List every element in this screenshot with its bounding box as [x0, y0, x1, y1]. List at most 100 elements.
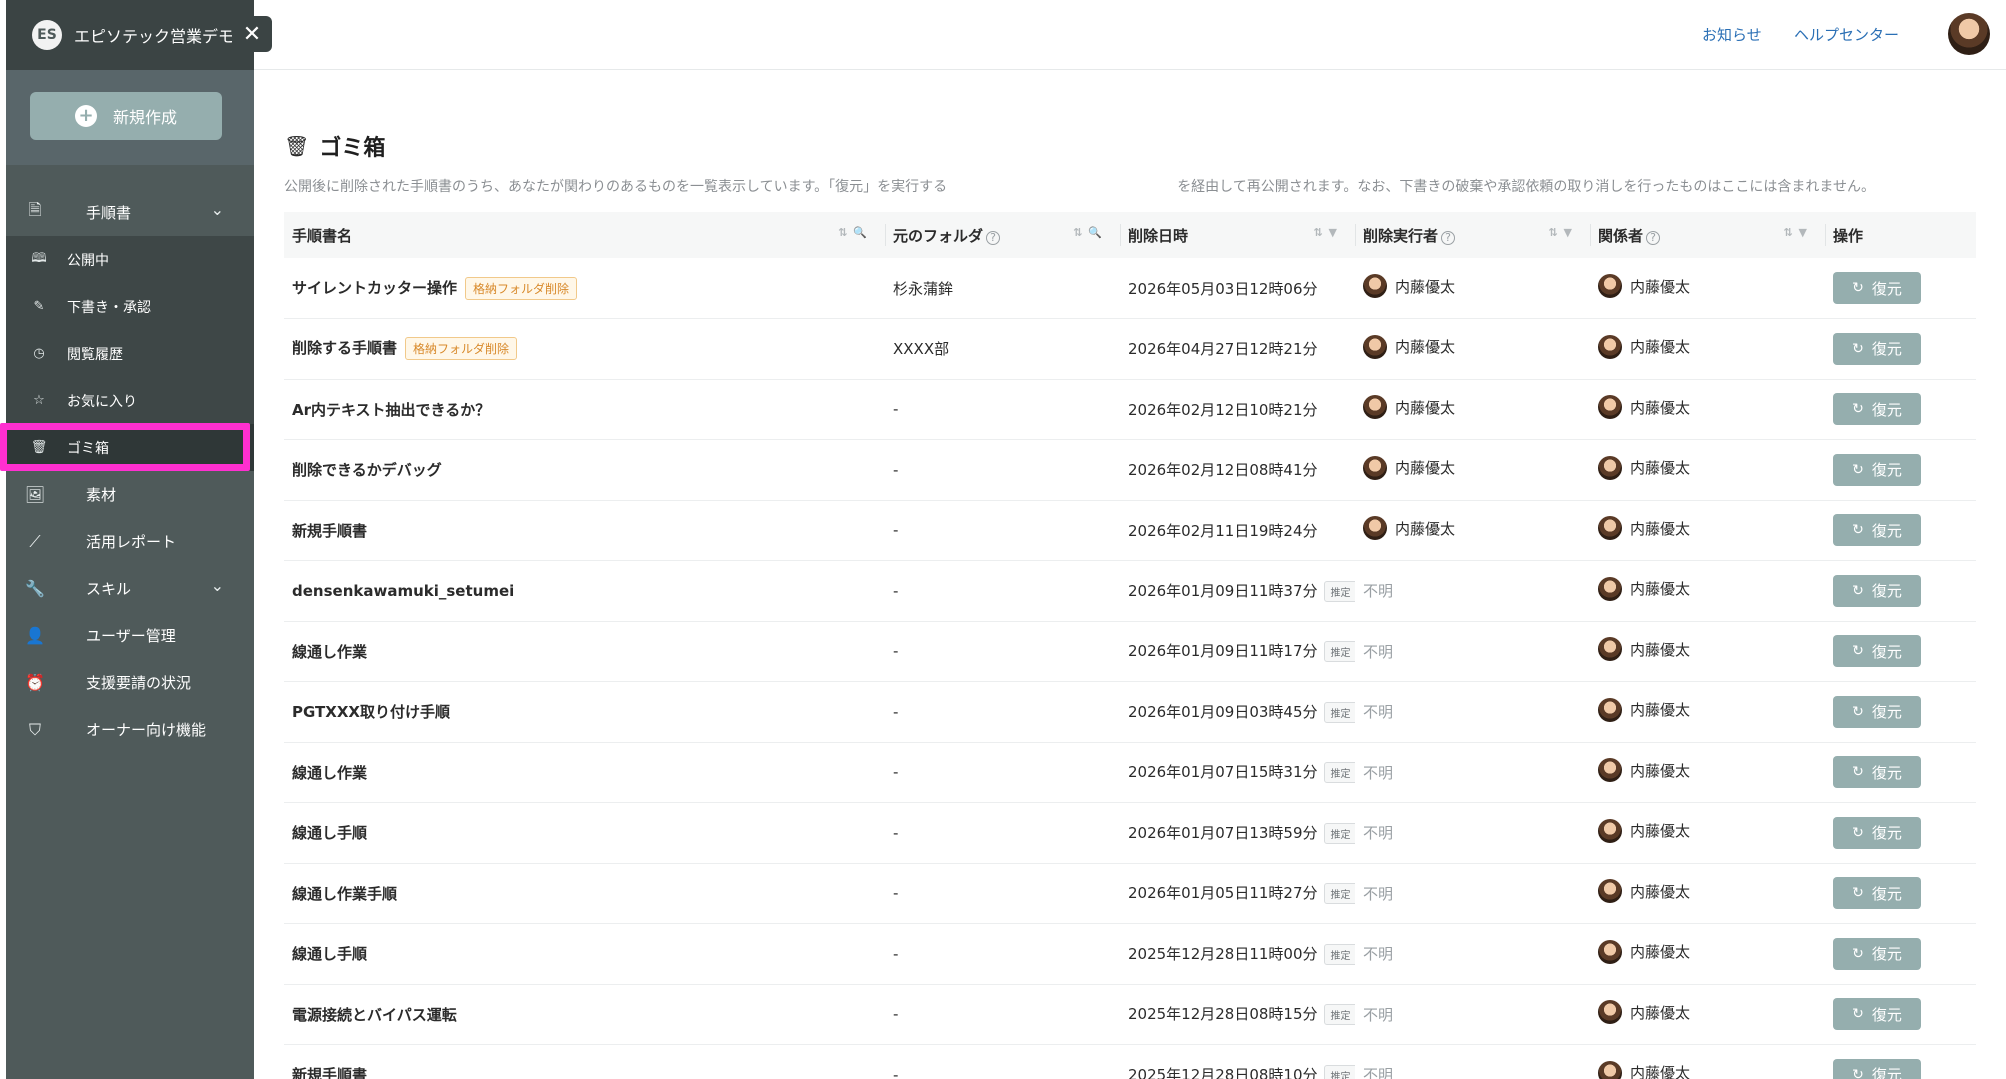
restore-button[interactable]: ↻ 復元 [1833, 453, 1921, 486]
restore-button[interactable]: ↻ 復元 [1833, 695, 1921, 728]
restore-button[interactable]: ↻ 復元 [1833, 393, 1921, 426]
procedure-name[interactable]: 電源接続とバイパス運転 [292, 1006, 457, 1024]
procedure-name-cell[interactable]: 線通し手順 [284, 923, 885, 985]
sidebar-item-history[interactable]: ◷ 閲覧履歴 [6, 330, 254, 377]
sidebar-item-support-requests[interactable]: ⏰ 支援要請の状況 [6, 659, 254, 706]
procedure-name-cell[interactable]: 新規手順書 [284, 1044, 885, 1079]
procedure-name[interactable]: 新規手順書 [292, 522, 367, 540]
sort-search-icons[interactable]: ⇅🔍 [838, 226, 873, 239]
procedure-name[interactable]: 線通し手順 [292, 945, 367, 963]
chevron-down-icon[interactable]: ⌄ [211, 576, 224, 595]
column-header-deleter[interactable]: 削除実行者? ⇅▼ [1355, 212, 1590, 258]
new-create-button[interactable]: + 新規作成 [30, 92, 222, 140]
procedure-name-cell[interactable]: 電源接続とバイパス運転 [284, 984, 885, 1045]
restore-button[interactable]: ↻ 復元 [1833, 816, 1921, 849]
deleted-at: 2026年01月09日11時37分 [1128, 581, 1318, 600]
sidebar-item-published[interactable]: 🕮 公開中 [6, 236, 254, 283]
action-cell: ↻ 復元 [1825, 318, 1976, 380]
restore-icon: ↻ [1852, 945, 1864, 962]
procedure-name[interactable]: 線通し作業 [292, 643, 367, 661]
deleter-cell: 不明 [1355, 560, 1590, 622]
procedure-name-cell[interactable]: Ar内テキスト抽出できるか？ [284, 379, 885, 440]
estimated-badge: 推定 [1323, 641, 1355, 663]
sort-filter-icons[interactable]: ⇅▼ [1313, 226, 1343, 239]
help-center-link[interactable]: ヘルプセンター [1794, 24, 1899, 45]
help-icon[interactable]: ? [1441, 230, 1456, 245]
sidebar-item-materials[interactable]: 🖼 素材 [6, 471, 254, 518]
sidebar-item-label: 支援要請の状況 [86, 674, 192, 692]
sidebar-item-skills[interactable]: 🔧 スキル ⌄ [6, 565, 254, 612]
restore-label: 復元 [1871, 824, 1902, 843]
sort-filter-icons[interactable]: ⇅▼ [1548, 226, 1578, 239]
procedure-name[interactable]: 線通し手順 [292, 824, 367, 842]
user-avatar[interactable] [1948, 13, 1990, 55]
restore-button[interactable]: ↻ 復元 [1833, 514, 1921, 547]
sidebar-item-trash[interactable]: 🗑 ゴミ箱 [6, 424, 254, 471]
procedure-name-cell[interactable]: 削除できるかデバッグ [284, 439, 885, 501]
restore-label: 復元 [1871, 279, 1902, 298]
sort-filter-icons[interactable]: ⇅▼ [1783, 226, 1813, 239]
deleter-unknown: 不明 [1363, 824, 1394, 843]
table-row: Ar内テキスト抽出できるか？ -2026年02月12日10時21分 内藤優太 内藤優太… [284, 379, 1976, 440]
trash-table: 手順書名 ⇅🔍 元のフォルダ? ⇅🔍 削除日時 ⇅▼ 削除実行者? ⇅▼ 関係者? ⇅▼ … [284, 212, 1976, 1079]
news-link[interactable]: お知らせ [1702, 24, 1762, 45]
procedure-name-cell[interactable]: 新規手順書 [284, 500, 885, 561]
help-icon[interactable]: ? [986, 230, 1001, 245]
sidebar-item-drafts[interactable]: ✎ 下書き・承認 [6, 283, 254, 330]
related-person: 内藤優太 [1598, 758, 1690, 783]
deleter-cell: 内藤優太 [1355, 439, 1590, 501]
related-name: 内藤優太 [1630, 943, 1691, 962]
procedure-name[interactable]: densenkawamuki_setumei [292, 582, 514, 600]
procedure-name[interactable]: 削除できるかデバッグ [292, 461, 442, 479]
procedure-name-cell[interactable]: サイレントカッター操作 格納フォルダ削除 [284, 258, 885, 319]
procedure-name-cell[interactable]: densenkawamuki_setumei [284, 560, 885, 622]
chevron-down-icon[interactable]: ⌄ [211, 200, 224, 219]
procedure-name-cell[interactable]: 線通し作業 [284, 621, 885, 682]
column-header-deleted-at[interactable]: 削除日時 ⇅▼ [1120, 212, 1355, 258]
procedure-name-cell[interactable]: PGTXXX取り付け手順 [284, 681, 885, 743]
procedure-name[interactable]: PGTXXX取り付け手順 [292, 703, 450, 721]
sidebar-item-users[interactable]: 👤 ユーザー管理 [6, 612, 254, 659]
table-row: 新規手順書 -2026年02月11日19時24分 内藤優太 内藤優太 ↻ 復元 [284, 500, 1976, 561]
deleter-cell: 内藤優太 [1355, 500, 1590, 561]
column-header-name[interactable]: 手順書名 ⇅🔍 [284, 212, 885, 258]
avatar [1363, 334, 1387, 359]
sidebar-item-owner-features[interactable]: ⛉ オーナー向け機能 [6, 706, 254, 753]
restore-button[interactable]: ↻ 復元 [1833, 574, 1921, 607]
restore-button[interactable]: ↻ 復元 [1833, 998, 1921, 1031]
sidebar: ES エピソテック営業デモ + 新規作成 🗎 手順書 ⌄ 🕮 公開中 ✎ 下書き… [6, 0, 254, 1079]
procedure-name-cell[interactable]: 削除する手順書 格納フォルダ削除 [284, 318, 885, 380]
sort-search-icons[interactable]: ⇅🔍 [1073, 226, 1108, 239]
help-icon[interactable]: ? [1646, 230, 1661, 245]
sidebar-item-procedures[interactable]: 🗎 手順書 ⌄ [6, 189, 254, 236]
procedure-name-cell[interactable]: 線通し手順 [284, 802, 885, 864]
restore-button[interactable]: ↻ 復元 [1833, 272, 1921, 304]
restore-icon: ↻ [1852, 582, 1864, 599]
column-header-folder[interactable]: 元のフォルダ? ⇅🔍 [885, 212, 1120, 258]
restore-button[interactable]: ↻ 復元 [1833, 1058, 1921, 1079]
procedure-name[interactable]: Ar内テキスト抽出できるか？ [292, 401, 490, 419]
original-folder: - [885, 863, 1120, 924]
restore-button[interactable]: ↻ 復元 [1833, 937, 1921, 970]
procedure-name[interactable]: 新規手順書 [292, 1066, 367, 1079]
sidebar-item-label: 活用レポート [86, 533, 177, 551]
procedure-name[interactable]: 削除する手順書 [292, 339, 397, 357]
restore-button[interactable]: ↻ 復元 [1833, 635, 1921, 668]
deleted-at: 2026年01月05日11時27分 [1128, 884, 1318, 903]
procedure-name-cell[interactable]: 線通し作業手順 [284, 863, 885, 924]
sidebar-item-reports[interactable]: ⟋ 活用レポート [6, 518, 254, 565]
column-header-related[interactable]: 関係者? ⇅▼ [1590, 212, 1825, 258]
related-person: 内藤優太 [1598, 1060, 1690, 1079]
procedure-name[interactable]: 線通し作業 [292, 764, 367, 782]
related-cell: 内藤優太 [1590, 984, 1825, 1045]
related-name: 内藤優太 [1630, 398, 1691, 417]
procedure-name[interactable]: サイレントカッター操作 [292, 279, 457, 297]
estimated-badge: 推定 [1323, 943, 1355, 965]
procedure-name-cell[interactable]: 線通し作業 [284, 742, 885, 803]
restore-button[interactable]: ↻ 復元 [1833, 756, 1921, 789]
sidebar-item-favorites[interactable]: ☆ お気に入り [6, 377, 254, 424]
procedure-name[interactable]: 線通し作業手順 [292, 885, 397, 903]
workspace-header[interactable]: ES エピソテック営業デモ [6, 0, 254, 70]
restore-button[interactable]: ↻ 復元 [1833, 877, 1921, 910]
restore-button[interactable]: ↻ 復元 [1833, 332, 1921, 365]
